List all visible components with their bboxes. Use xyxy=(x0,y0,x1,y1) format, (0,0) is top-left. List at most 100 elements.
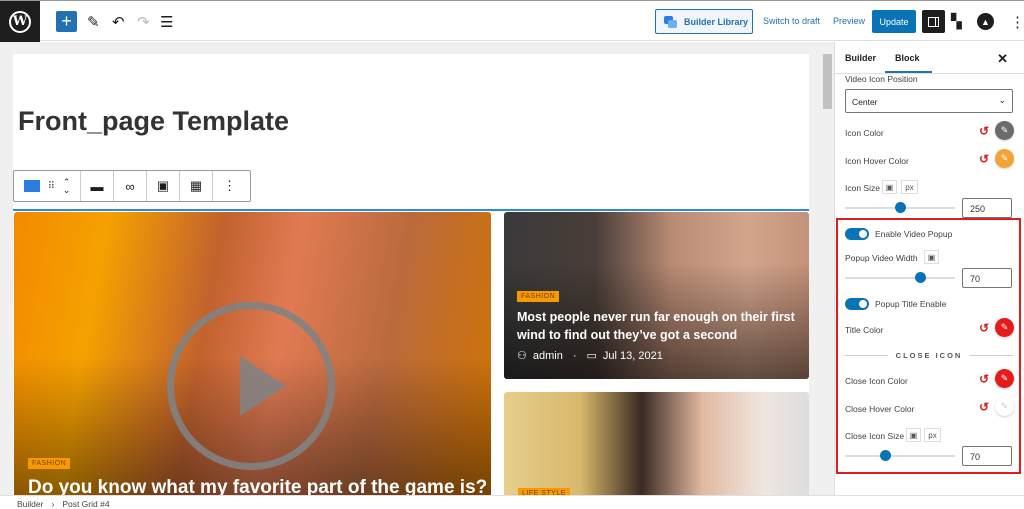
switch-to-draft-link[interactable]: Switch to draft xyxy=(763,16,820,26)
post-card[interactable]: LIFE STYLE xyxy=(504,392,809,495)
move-up-down-icon[interactable]: ⌃ ⌄ xyxy=(63,178,71,195)
builder-library-button[interactable]: Builder Library xyxy=(655,9,753,34)
media-button[interactable]: ▣ xyxy=(147,171,180,201)
tab-builder[interactable]: Builder xyxy=(845,53,876,63)
image-icon: ▣ xyxy=(156,178,170,193)
settings-toggle-button[interactable] xyxy=(922,10,945,33)
popup-video-width-input[interactable]: 70 xyxy=(962,268,1012,288)
tab-block[interactable]: Block xyxy=(885,53,931,73)
desktop-icon[interactable]: ▣ xyxy=(882,180,897,194)
category-badge[interactable]: LIFE STYLE xyxy=(518,488,570,495)
breadcrumb: Builder › Post Grid #4 xyxy=(0,495,1024,509)
popup-video-width-label: Popup Video Width xyxy=(845,253,918,263)
post-title[interactable]: Do you know what my favorite part of the… xyxy=(28,477,487,495)
title-color-swatch[interactable]: ✎ xyxy=(995,318,1014,337)
more-options-icon[interactable]: ⋮ xyxy=(1010,11,1024,32)
category-badge[interactable]: FASHION xyxy=(517,291,560,302)
block-toolbar: ⠿ ⌃ ⌄ ▬ ∞ ▣ ▦ ⋮ xyxy=(13,170,251,202)
brush-icon: ✎ xyxy=(1000,125,1009,135)
divider-line xyxy=(845,355,888,356)
select-value: Center xyxy=(852,97,878,107)
close-icon-heading: CLOSE ICON xyxy=(845,351,1014,360)
close-icon-size-slider[interactable] xyxy=(845,450,955,461)
post-meta: ⚇ admin · ▭ Jul 13, 2021 xyxy=(517,349,663,363)
sidebar-icon xyxy=(928,16,939,27)
title-color-label: Title Color xyxy=(845,325,884,335)
popup-title-enable-toggle[interactable] xyxy=(845,298,869,310)
canvas-scrollbar[interactable] xyxy=(821,42,834,495)
post-grid-block-icon[interactable] xyxy=(23,180,40,192)
page-title[interactable]: Front_page Template xyxy=(18,106,289,137)
align-button[interactable]: ▬ xyxy=(81,171,114,201)
slider-handle[interactable] xyxy=(895,202,906,213)
block-options-button[interactable]: ⋮ xyxy=(213,171,246,201)
icon-size-slider[interactable] xyxy=(845,202,955,213)
close-icon-color-swatch[interactable]: ✎ xyxy=(995,369,1014,388)
close-hover-color-label: Close Hover Color xyxy=(845,404,915,414)
redo-icon[interactable]: ↷ xyxy=(137,11,150,32)
video-play-icon[interactable] xyxy=(167,302,335,470)
slider-handle[interactable] xyxy=(914,272,926,283)
post-title[interactable]: Most people never run far enough on thei… xyxy=(517,308,807,344)
sidebar-tabs: Builder Block ✕ xyxy=(835,42,1024,74)
breadcrumb-post-grid[interactable]: Post Grid #4 xyxy=(62,499,109,509)
icon-color-swatch[interactable]: ✎ xyxy=(995,121,1014,140)
layout-button[interactable]: ▦ xyxy=(180,171,213,201)
video-icon-position-label: Video Icon Position xyxy=(845,74,918,84)
edit-tool-icon[interactable]: ✎ xyxy=(87,11,100,32)
popup-video-width-slider[interactable] xyxy=(845,272,955,283)
brush-icon: ✎ xyxy=(1000,322,1009,332)
meta-separator: · xyxy=(572,349,577,362)
enable-video-popup-label: Enable Video Popup xyxy=(875,229,953,239)
close-icon-size-label: Close Icon Size xyxy=(845,431,905,441)
calendar-icon: ▭ xyxy=(586,350,597,362)
scrollbar-thumb[interactable] xyxy=(823,54,832,109)
drag-handle-icon[interactable]: ⠿ xyxy=(48,181,55,192)
brush-icon: ✎ xyxy=(1000,153,1009,163)
reset-icon[interactable]: ↺ xyxy=(979,400,989,414)
reset-icon[interactable]: ↺ xyxy=(979,152,989,166)
desktop-icon[interactable]: ▣ xyxy=(906,428,921,442)
divider-line xyxy=(970,355,1014,356)
blocks-icon[interactable]: ▚ xyxy=(951,11,962,32)
close-icon-size-input[interactable]: 70 xyxy=(962,446,1012,466)
add-block-button[interactable]: + xyxy=(56,11,77,32)
unit-select[interactable]: px xyxy=(901,180,918,194)
breadcrumb-builder[interactable]: Builder xyxy=(17,499,43,509)
section-heading: CLOSE ICON xyxy=(895,351,963,360)
post-card[interactable]: FASHION Most people never run far enough… xyxy=(504,212,809,379)
desktop-icon[interactable]: ▣ xyxy=(924,250,939,264)
close-icon-color-label: Close Icon Color xyxy=(845,376,908,386)
link-button[interactable]: ∞ xyxy=(114,171,147,201)
category-badge[interactable]: FASHION xyxy=(28,458,71,469)
wordpress-logo[interactable]: W xyxy=(0,1,40,42)
reset-icon[interactable]: ↺ xyxy=(979,124,989,138)
video-icon-position-select[interactable]: Center ⌄ xyxy=(845,89,1013,113)
post-card-featured[interactable]: FASHION Do you know what my favorite par… xyxy=(14,212,491,495)
reset-icon[interactable]: ↺ xyxy=(979,321,989,335)
astra-icon[interactable]: ▲ xyxy=(977,11,994,32)
align-icon: ▬ xyxy=(90,178,104,194)
undo-icon[interactable]: ↶ xyxy=(112,11,125,32)
icon-hover-color-swatch[interactable]: ✎ xyxy=(995,149,1014,168)
icon-size-input[interactable]: 250 xyxy=(962,198,1012,218)
chevron-down-icon: ⌄ xyxy=(998,95,1006,105)
close-icon[interactable]: ✕ xyxy=(997,51,1008,67)
post-date: Jul 13, 2021 xyxy=(602,349,663,362)
more-vertical-icon: ⋮ xyxy=(223,178,236,193)
enable-video-popup-toggle[interactable] xyxy=(845,228,869,240)
preview-link[interactable]: Preview xyxy=(833,16,865,26)
settings-sidebar: Builder Block ✕ Video Icon Position Cent… xyxy=(834,42,1024,495)
icon-color-label: Icon Color xyxy=(845,128,884,138)
builder-library-icon xyxy=(664,15,678,28)
icon-hover-color-label: Icon Hover Color xyxy=(845,156,909,166)
post-author[interactable]: admin xyxy=(533,350,563,362)
close-hover-color-swatch[interactable]: ✎ xyxy=(995,397,1014,416)
list-view-icon[interactable]: ☰ xyxy=(160,11,173,32)
reset-icon[interactable]: ↺ xyxy=(979,372,989,386)
update-button[interactable]: Update xyxy=(872,10,916,33)
slider-handle[interactable] xyxy=(879,450,891,461)
unit-select[interactable]: px xyxy=(924,428,941,442)
brush-icon: ✎ xyxy=(1000,373,1009,383)
post-grid[interactable]: FASHION Do you know what my favorite par… xyxy=(13,209,809,495)
